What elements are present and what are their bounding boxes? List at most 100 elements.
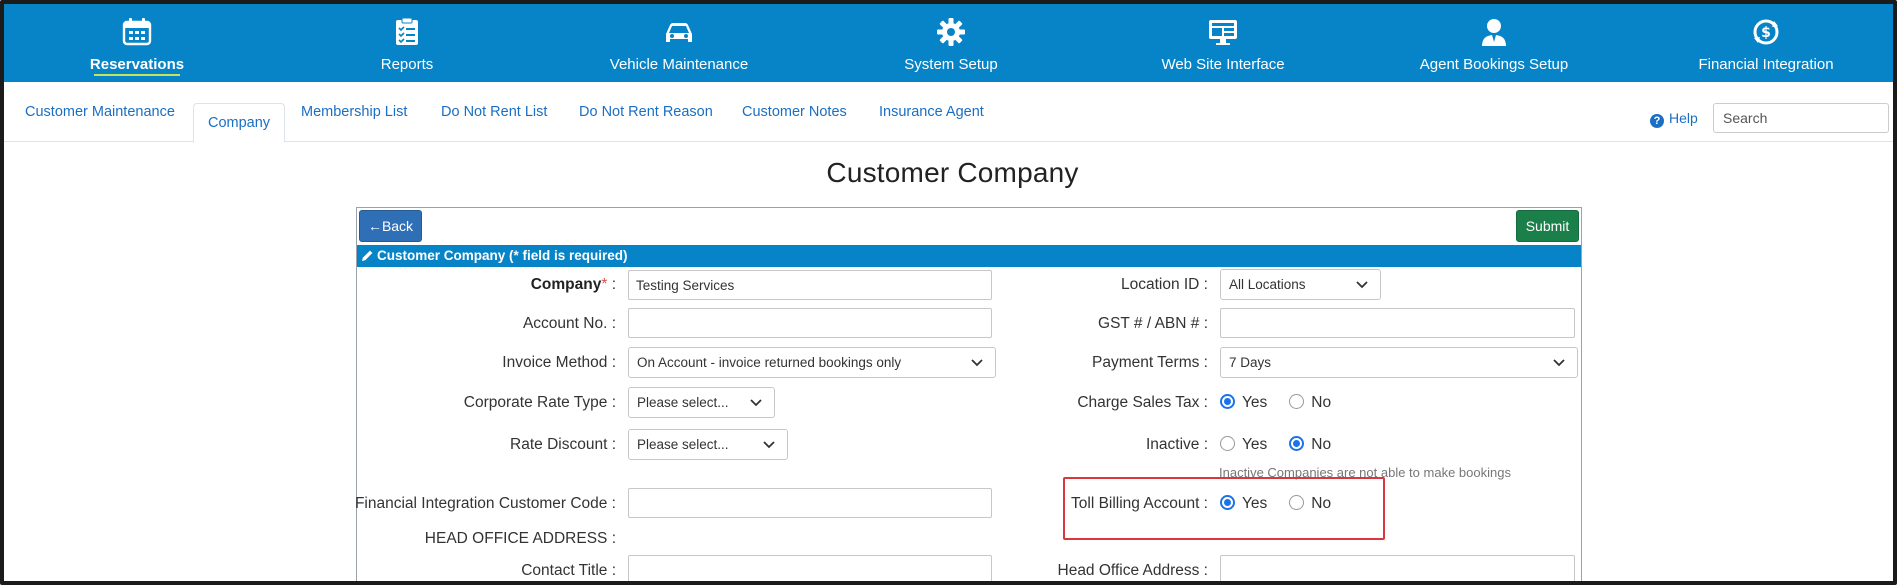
- inactive-no[interactable]: No: [1289, 436, 1331, 454]
- radio-button-selected[interactable]: [1220, 495, 1235, 510]
- back-button[interactable]: ←Back: [359, 210, 422, 242]
- rate-discount-select[interactable]: Please select...: [628, 429, 788, 460]
- radio-button[interactable]: [1289, 394, 1305, 409]
- tab-do-not-rent-list[interactable]: Do Not Rent List: [441, 104, 547, 120]
- account-no-label: Account No. :: [522, 315, 616, 332]
- radio-button[interactable]: [1220, 436, 1235, 451]
- radio-label: Yes: [1242, 495, 1268, 512]
- location-id-select[interactable]: All Locations: [1220, 269, 1381, 300]
- help-link[interactable]: ? Help: [1650, 110, 1698, 128]
- company-input[interactable]: [628, 270, 992, 300]
- app-window: Reservations Reports Vehicle Maintenance: [0, 0, 1897, 585]
- required-mark: *: [601, 276, 608, 293]
- radio-label: No: [1311, 495, 1332, 512]
- fi-customer-code-input[interactable]: [628, 488, 992, 518]
- location-id-value: All Locations: [1229, 277, 1306, 292]
- charge-sales-tax-no[interactable]: No: [1289, 394, 1331, 412]
- nav-label: Financial Integration: [1698, 56, 1834, 73]
- panel-header: Customer Company (* field is required): [357, 245, 1581, 267]
- chevron-down-icon: [750, 399, 762, 407]
- toll-billing-account-radio-group: Yes No: [1220, 495, 1353, 513]
- nav-reservations[interactable]: Reservations: [37, 4, 237, 82]
- search-input[interactable]: [1713, 103, 1889, 133]
- toll-billing-account-no[interactable]: No: [1289, 495, 1331, 513]
- nav-financial-integration[interactable]: $ Financial Integration: [1666, 4, 1866, 82]
- inactive-hint: Inactive Companies are not able to make …: [1219, 465, 1511, 480]
- nav-web-site-interface[interactable]: Web Site Interface: [1123, 4, 1323, 82]
- chevron-down-icon: [1553, 359, 1565, 367]
- nav-reports[interactable]: Reports: [307, 4, 507, 82]
- contact-title-input[interactable]: [628, 555, 992, 581]
- page-title: Customer Company: [826, 157, 1079, 188]
- toll-billing-account-label: Toll Billing Account :: [1071, 495, 1208, 512]
- tab-do-not-rent-reason[interactable]: Do Not Rent Reason: [579, 104, 713, 120]
- label-colon: :: [611, 276, 616, 293]
- gst-abn-label: GST # / ABN # :: [1098, 315, 1208, 332]
- dollar-cycle-icon: $: [1753, 19, 1779, 45]
- corporate-rate-type-select[interactable]: Please select...: [628, 387, 775, 418]
- nav-vehicle-maintenance[interactable]: Vehicle Maintenance: [579, 4, 779, 82]
- charge-sales-tax-label: Charge Sales Tax :: [1077, 394, 1208, 411]
- nav-label: Agent Bookings Setup: [1419, 56, 1569, 73]
- nav-agent-bookings-setup[interactable]: Agent Bookings Setup: [1394, 4, 1594, 82]
- account-no-input[interactable]: [628, 308, 992, 338]
- tab-membership-list[interactable]: Membership List: [301, 104, 407, 120]
- agent-icon: [1482, 19, 1506, 46]
- inactive-label: Inactive :: [1145, 436, 1208, 453]
- nav-label: Reports: [380, 56, 434, 73]
- invoice-method-value: On Account - invoice returned bookings o…: [637, 355, 902, 370]
- toll-billing-account-yes[interactable]: Yes: [1220, 495, 1267, 513]
- tab-customer-maintenance[interactable]: Customer Maintenance: [25, 104, 175, 120]
- nav-label: Vehicle Maintenance: [609, 56, 749, 73]
- fi-customer-code-label: Financial Integration Customer Code :: [354, 495, 616, 512]
- svg-text:$: $: [1761, 25, 1771, 41]
- back-label: Back: [381, 218, 414, 234]
- tab-customer-notes[interactable]: Customer Notes: [742, 104, 847, 120]
- corporate-rate-type-label: Corporate Rate Type :: [463, 394, 616, 411]
- monitor-icon: [1209, 20, 1237, 45]
- corporate-rate-type-value: Please select...: [637, 395, 729, 410]
- charge-sales-tax-radio-group: Yes No: [1220, 394, 1353, 412]
- nav-label: Reservations: [89, 56, 185, 73]
- car-icon: [666, 23, 692, 42]
- head-office-address-heading: HEAD OFFICE ADDRESS :: [424, 530, 616, 547]
- tab-company[interactable]: Company: [193, 103, 286, 143]
- tab-insurance-agent[interactable]: Insurance Agent: [879, 104, 984, 120]
- chevron-down-icon: [971, 359, 983, 367]
- inactive-yes[interactable]: Yes: [1220, 436, 1267, 454]
- payment-terms-select[interactable]: 7 Days: [1220, 347, 1578, 378]
- radio-label: Yes: [1242, 436, 1268, 453]
- checklist-icon: [396, 18, 418, 45]
- arrow-left-icon: ←: [367, 218, 382, 234]
- submit-button[interactable]: Submit: [1516, 210, 1579, 242]
- rate-discount-value: Please select...: [637, 437, 729, 452]
- head-office-address-label: Head Office Address :: [1057, 562, 1209, 579]
- help-label: Help: [1669, 110, 1698, 126]
- pencil-icon: [362, 250, 373, 261]
- radio-label: No: [1311, 394, 1332, 411]
- inactive-radio-group: Yes No: [1220, 436, 1353, 454]
- chevron-down-icon: [763, 441, 775, 449]
- location-id-label: Location ID :: [1120, 276, 1208, 293]
- radio-button-selected[interactable]: [1220, 394, 1235, 409]
- charge-sales-tax-yes[interactable]: Yes: [1220, 394, 1267, 412]
- active-underline: [94, 74, 180, 76]
- contact-title-label: Contact Title :: [521, 562, 616, 579]
- radio-label: Yes: [1242, 394, 1268, 411]
- invoice-method-label: Invoice Method :: [502, 354, 616, 371]
- radio-button-selected[interactable]: [1289, 436, 1305, 451]
- payment-terms-value: 7 Days: [1229, 355, 1272, 370]
- nav-label: System Setup: [904, 56, 998, 73]
- company-label: Company* :: [531, 276, 616, 294]
- rate-discount-label: Rate Discount :: [510, 436, 616, 453]
- nav-label: Web Site Interface: [1161, 56, 1285, 73]
- radio-label: No: [1311, 436, 1332, 453]
- nav-system-setup[interactable]: System Setup: [851, 4, 1051, 82]
- radio-button[interactable]: [1289, 495, 1305, 510]
- invoice-method-select[interactable]: On Account - invoice returned bookings o…: [628, 347, 996, 378]
- help-icon: ?: [1650, 114, 1664, 128]
- payment-terms-label: Payment Terms :: [1091, 354, 1208, 371]
- calendar-icon: [122, 18, 152, 46]
- gst-abn-input[interactable]: [1220, 308, 1575, 338]
- head-office-address-input[interactable]: [1220, 555, 1575, 581]
